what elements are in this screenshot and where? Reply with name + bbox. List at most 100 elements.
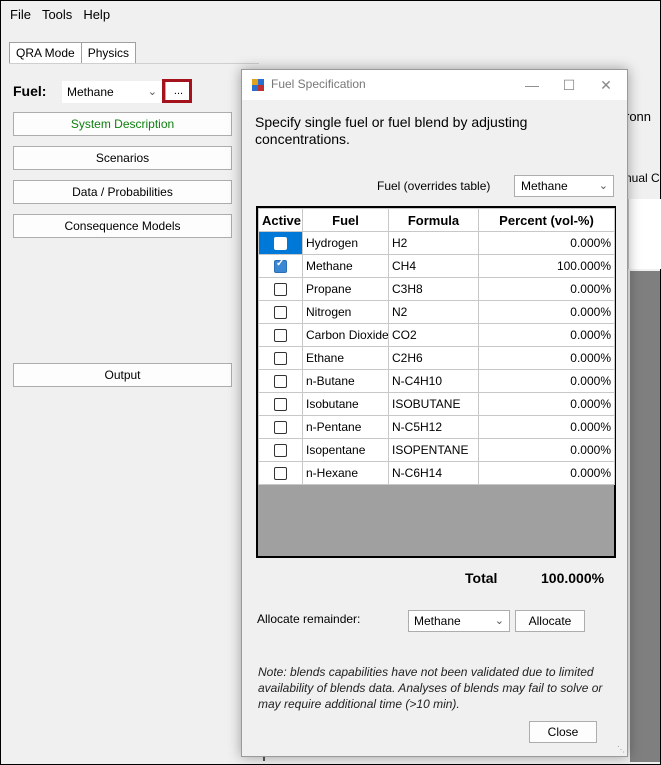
fuel-name-cell[interactable]: n-Hexane	[302, 461, 389, 485]
formula-cell[interactable]: H2	[388, 231, 479, 255]
fuel-spec-button[interactable]: ...	[165, 81, 192, 103]
close-icon[interactable]: ✕	[591, 74, 621, 96]
menu-file[interactable]: File	[6, 5, 38, 25]
close-button[interactable]: Close	[529, 721, 597, 743]
consequence-models-button[interactable]: Consequence Models	[13, 214, 232, 238]
table-row[interactable]: n-Butane N-C4H10 0.000%	[258, 369, 615, 393]
table-row[interactable]: Hydrogen H2 0.000%	[258, 231, 615, 255]
percent-cell[interactable]: 0.000%	[478, 415, 615, 439]
percent-cell[interactable]: 0.000%	[478, 277, 615, 301]
percent-cell[interactable]: 0.000%	[478, 346, 615, 370]
active-checkbox[interactable]	[274, 283, 287, 297]
data-probabilities-button[interactable]: Data / Probabilities	[13, 180, 232, 204]
background-panel	[628, 199, 661, 269]
table-row[interactable]: Isobutane ISOBUTANE 0.000%	[258, 392, 615, 416]
table-header-row: Active Fuel Formula Percent (vol-%)	[258, 208, 615, 232]
minimize-icon[interactable]: —	[517, 74, 547, 96]
fuel-name-cell[interactable]: Nitrogen	[302, 300, 389, 324]
fuel-name-cell[interactable]: Propane	[302, 277, 389, 301]
active-cell[interactable]	[258, 369, 303, 393]
active-cell[interactable]	[258, 438, 303, 462]
output-button[interactable]: Output	[13, 363, 232, 387]
active-checkbox[interactable]	[274, 329, 287, 343]
active-checkbox[interactable]	[274, 258, 287, 274]
dialog-instructions: Specify single fuel or fuel blend by adj…	[255, 114, 528, 147]
active-checkbox[interactable]	[274, 237, 287, 251]
active-cell[interactable]	[258, 392, 303, 416]
percent-cell[interactable]: 0.000%	[478, 392, 615, 416]
table-row[interactable]: MethaneCH4100.000%	[258, 254, 615, 278]
formula-cell[interactable]: N-C6H14	[388, 461, 479, 485]
percent-cell[interactable]: 0.000%	[478, 231, 615, 255]
percent-cell[interactable]: 0.000%	[478, 323, 615, 347]
fuel-dropdown[interactable]: Methane ⌄	[62, 81, 162, 103]
percent-cell[interactable]: 0.000%	[478, 438, 615, 462]
formula-cell[interactable]: ISOPENTANE	[388, 438, 479, 462]
formula-cell[interactable]: N2	[388, 300, 479, 324]
active-cell[interactable]	[258, 231, 303, 255]
tab-qra-mode[interactable]: QRA Mode	[9, 42, 82, 63]
fuel-table: Active Fuel Formula Percent (vol-%) Hydr…	[258, 208, 615, 485]
column-header-formula[interactable]: Formula	[388, 208, 479, 232]
fuel-label: Fuel:	[13, 83, 47, 99]
active-cell[interactable]	[258, 415, 303, 439]
background-text: nual C	[625, 171, 660, 185]
formula-cell[interactable]: CH4	[388, 254, 479, 278]
fuel-name-cell[interactable]: Hydrogen	[302, 231, 389, 255]
active-cell[interactable]	[258, 277, 303, 301]
fuel-name-cell[interactable]: Methane	[302, 254, 389, 278]
table-row[interactable]: n-Pentane N-C5H12 0.000%	[258, 415, 615, 439]
active-checkbox[interactable]	[274, 398, 287, 412]
active-checkbox[interactable]	[274, 444, 287, 458]
active-checkbox[interactable]	[274, 421, 287, 435]
table-row[interactable]: Ethane C2H6 0.000%	[258, 346, 615, 370]
percent-cell[interactable]: 0.000%	[478, 461, 615, 485]
percent-cell[interactable]: 0.000%	[478, 369, 615, 393]
formula-cell[interactable]: CO2	[388, 323, 479, 347]
active-cell[interactable]	[258, 323, 303, 347]
percent-cell[interactable]: 100.000%	[478, 254, 615, 278]
table-row[interactable]: Isopentane ISOPENTANE 0.000%	[258, 438, 615, 462]
menu-tools[interactable]: Tools	[38, 5, 79, 25]
active-cell[interactable]	[258, 346, 303, 370]
resize-grip-icon[interactable]: ⋱	[617, 746, 625, 754]
fuel-name-cell[interactable]: n-Pentane	[302, 415, 389, 439]
active-cell[interactable]	[258, 300, 303, 324]
tab-physics[interactable]: Physics	[80, 42, 137, 63]
table-row[interactable]: Propane C3H8 0.000%	[258, 277, 615, 301]
active-cell[interactable]	[258, 461, 303, 485]
percent-cell[interactable]: 0.000%	[478, 300, 615, 324]
override-fuel-dropdown[interactable]: Methane ⌄	[514, 175, 614, 197]
column-header-active[interactable]: Active	[258, 208, 303, 232]
column-header-fuel[interactable]: Fuel	[302, 208, 389, 232]
system-description-button[interactable]: System Description	[13, 112, 232, 136]
maximize-icon[interactable]: ☐	[554, 74, 584, 96]
active-cell[interactable]	[258, 254, 303, 278]
formula-cell[interactable]: ISOBUTANE	[388, 392, 479, 416]
table-row[interactable]: n-Hexane N-C6H14 0.000%	[258, 461, 615, 485]
fuel-table-container: Active Fuel Formula Percent (vol-%) Hydr…	[256, 206, 616, 558]
formula-cell[interactable]: C3H8	[388, 277, 479, 301]
allocate-label: Allocate remainder:	[257, 612, 361, 626]
allocate-button[interactable]: Allocate	[515, 610, 585, 632]
table-row[interactable]: Carbon Dioxide CO2 0.000%	[258, 323, 615, 347]
active-checkbox[interactable]	[274, 375, 287, 389]
formula-cell[interactable]: N-C4H10	[388, 369, 479, 393]
allocate-dropdown[interactable]: Methane ⌄	[408, 610, 510, 632]
dialog-titlebar[interactable]: Fuel Specification — ☐ ✕	[242, 70, 627, 100]
fuel-name-cell[interactable]: Carbon Dioxide	[302, 323, 389, 347]
active-checkbox[interactable]	[274, 306, 287, 320]
menu-help[interactable]: Help	[79, 5, 117, 25]
fuel-name-cell[interactable]: n-Butane	[302, 369, 389, 393]
fuel-name-cell[interactable]: Isopentane	[302, 438, 389, 462]
dialog-title: Fuel Specification	[271, 77, 366, 91]
formula-cell[interactable]: N-C5H12	[388, 415, 479, 439]
scenarios-button[interactable]: Scenarios	[13, 146, 232, 170]
fuel-name-cell[interactable]: Ethane	[302, 346, 389, 370]
column-header-percent[interactable]: Percent (vol-%)	[478, 208, 615, 232]
formula-cell[interactable]: C2H6	[388, 346, 479, 370]
active-checkbox[interactable]	[274, 352, 287, 366]
fuel-name-cell[interactable]: Isobutane	[302, 392, 389, 416]
active-checkbox[interactable]	[274, 467, 287, 481]
table-row[interactable]: Nitrogen N2 0.000%	[258, 300, 615, 324]
